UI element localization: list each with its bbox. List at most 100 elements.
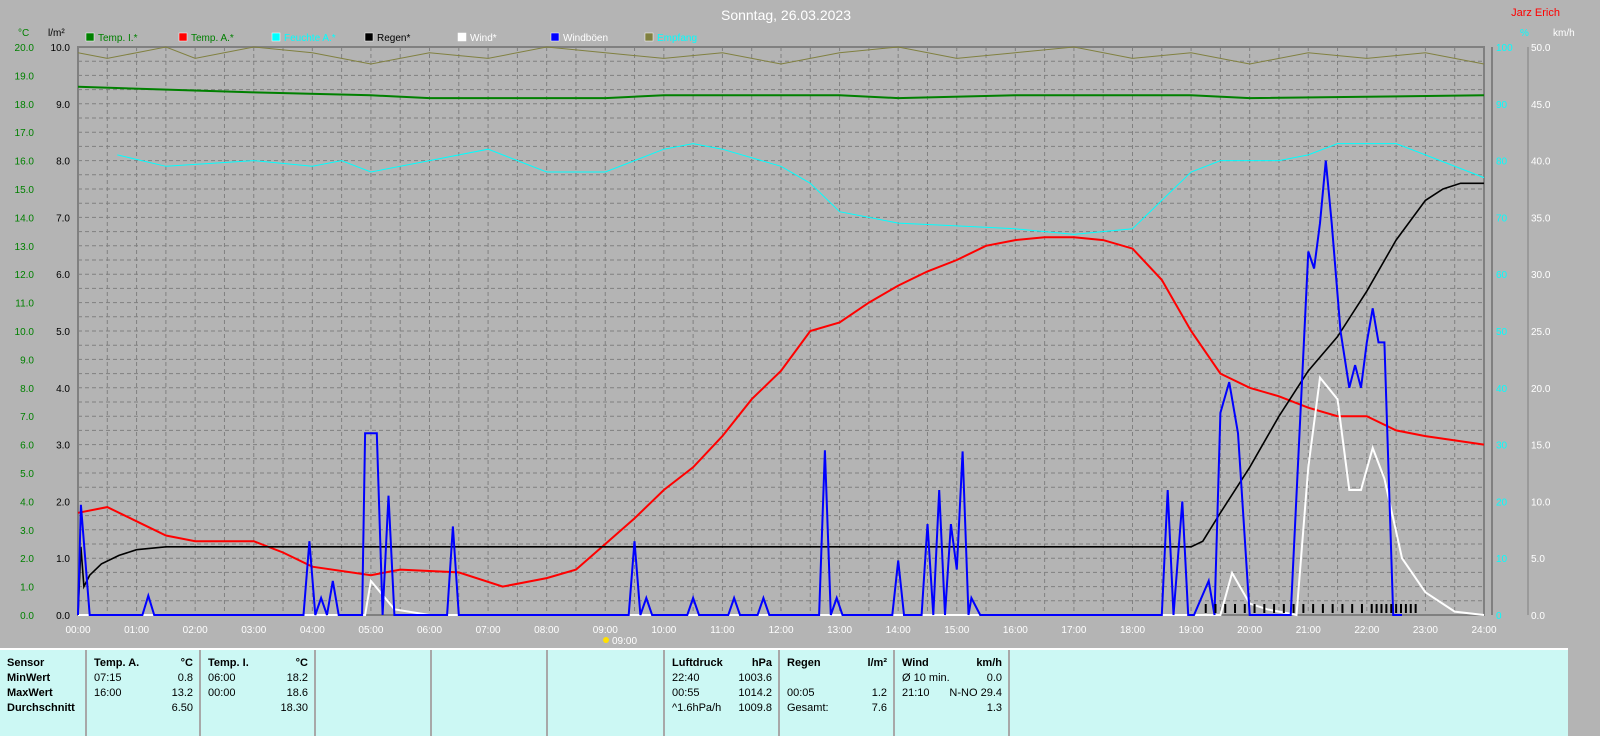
temp-tick-label: 19.0 (15, 71, 35, 82)
humidity-tick-label: 90 (1496, 100, 1508, 111)
humidity-tick-label: 80 (1496, 157, 1508, 168)
rain-event-mark (1273, 604, 1276, 613)
rain-tick-label: 0.0 (56, 611, 70, 622)
stat-row: 06:00 18.2 (208, 671, 308, 686)
legend-label-regen: Regen* (377, 33, 410, 44)
rain-event-mark (1395, 604, 1398, 613)
legend-label-feuchte: Feuchte A.* (284, 33, 336, 44)
stat-time: 16:00 (94, 687, 122, 699)
header-label: Temp. I. (208, 657, 249, 669)
rain-event-mark (1375, 604, 1378, 613)
rain-event-mark (1400, 604, 1403, 613)
temp-tick-label: 7.0 (20, 412, 34, 423)
temp-tick-label: 8.0 (20, 384, 34, 395)
x-tick-label: 22:00 (1354, 625, 1379, 636)
empty-column (432, 650, 548, 736)
wind-tick-label: 35.0 (1531, 213, 1551, 224)
legend-swatch-feuchte (271, 32, 281, 42)
stat-time: 00:55 (672, 687, 700, 699)
x-tick-label: 01:00 (124, 625, 149, 636)
legend-swatch-wind (457, 32, 467, 42)
column-header: Temp. A. °C (94, 656, 193, 671)
rain-tick-label: 5.0 (56, 327, 70, 338)
temp-tick-label: 10.0 (15, 327, 35, 338)
rain-tick-label: 6.0 (56, 270, 70, 281)
regen-column: Regen l/m² 00:05 1.2 Gesamt: 7.6 (780, 650, 895, 736)
x-tick-label: 18:00 (1120, 625, 1145, 636)
stat-value: 6.50 (171, 702, 193, 714)
humidity-tick-label: 0 (1496, 611, 1502, 622)
x-tick-label: 15:00 (944, 625, 969, 636)
header-label: Regen (787, 657, 821, 669)
wind-axis-label: km/h (1553, 28, 1575, 39)
rain-event-mark (1409, 604, 1412, 613)
stat-row: 00:55 1014.2 (672, 686, 772, 701)
wind-tick-label: 50.0 (1531, 43, 1551, 54)
stat-time: 07:15 (94, 672, 122, 684)
stat-row (787, 671, 887, 686)
x-tick-label: 11:00 (710, 625, 735, 636)
rain-event-mark (1292, 604, 1295, 613)
rain-event-mark (1302, 604, 1305, 613)
rain-event-mark (1390, 604, 1393, 613)
temp-tick-label: 11.0 (15, 299, 34, 310)
wind-tick-label: 45.0 (1531, 100, 1551, 111)
rain-event-mark (1370, 604, 1373, 613)
humidity-tick-label: 30 (1496, 441, 1508, 452)
x-tick-label: 00:00 (65, 625, 90, 636)
wind-column: Wind km/h Ø 10 min. 0.0 21:10 N-NO 29.4 1.3 (895, 650, 1010, 736)
empty-column (548, 650, 665, 736)
humidity-tick-label: 10 (1496, 554, 1508, 565)
sensor-column: Sensor MinWert MaxWert Durchschnitt (0, 650, 87, 736)
temp-tick-label: 0.0 (20, 611, 34, 622)
rain-event-mark (1351, 604, 1354, 613)
header-label: Temp. A. (94, 657, 140, 669)
stat-time: 00:05 (787, 687, 815, 699)
legend-swatch-temp_i (85, 32, 95, 42)
stat-time: 06:00 (208, 672, 236, 684)
sunrise-label: 09:00 (612, 636, 637, 647)
weather-chart: Sonntag, 26.03.2023 Jarz Erich Temp. I.*… (15, 7, 1575, 647)
rain-tick-label: 7.0 (56, 213, 70, 224)
temp-tick-label: 17.0 (15, 128, 35, 139)
legend-swatch-regen (364, 32, 374, 42)
temp_i-column: Temp. I. °C 06:00 18.2 00:00 18.6 18.30 (201, 650, 316, 736)
stat-value: 18.30 (280, 702, 308, 714)
stat-value: 7.6 (871, 702, 887, 714)
stat-value: 0.0 (986, 672, 1002, 684)
stat-time: 22:40 (672, 672, 700, 684)
x-tick-label: 08:00 (534, 625, 559, 636)
humidity-axis-label: % (1520, 28, 1529, 39)
legend-swatch-empfang (644, 32, 654, 42)
rain-tick-label: 10.0 (51, 43, 71, 54)
temp-tick-label: 1.0 (20, 583, 34, 594)
stat-row: 22:40 1003.6 (672, 671, 772, 686)
stat-row: 6.50 (94, 701, 193, 716)
x-tick-label: 10:00 (651, 625, 676, 636)
temp-tick-label: 4.0 (20, 497, 34, 508)
wind-tick-label: 25.0 (1531, 327, 1551, 338)
unit-label: °C (180, 657, 193, 669)
stat-time: Ø 10 min. (902, 672, 950, 684)
stat-time: Gesamt: (787, 702, 829, 714)
legend-swatch-windboeen (550, 32, 560, 42)
stat-row: 00:05 1.2 (787, 686, 887, 701)
temp-tick-label: 3.0 (20, 526, 34, 537)
humidity-tick-label: 20 (1496, 497, 1508, 508)
stats-panel: Sensor MinWert MaxWert Durchschnitt Temp… (0, 648, 1568, 736)
rain-event-mark (1360, 604, 1363, 613)
rain-event-mark (1331, 604, 1334, 613)
rain-event-mark (1282, 604, 1285, 613)
rain-tick-label: 3.0 (56, 441, 70, 452)
column-header: Regen l/m² (787, 656, 887, 671)
humidity-tick-label: 40 (1496, 384, 1508, 395)
humidity-tick-label: 50 (1496, 327, 1508, 338)
sensor-header: Sensor (7, 657, 45, 669)
humidity-tick-label: 60 (1496, 270, 1508, 281)
x-tick-label: 07:00 (476, 625, 501, 636)
wind-tick-label: 5.0 (1531, 554, 1545, 565)
header-label: Luftdruck (672, 657, 723, 669)
x-tick-label: 23:00 (1413, 625, 1438, 636)
x-tick-label: 09:00 (593, 625, 618, 636)
temp-tick-label: 14.0 (15, 213, 35, 224)
